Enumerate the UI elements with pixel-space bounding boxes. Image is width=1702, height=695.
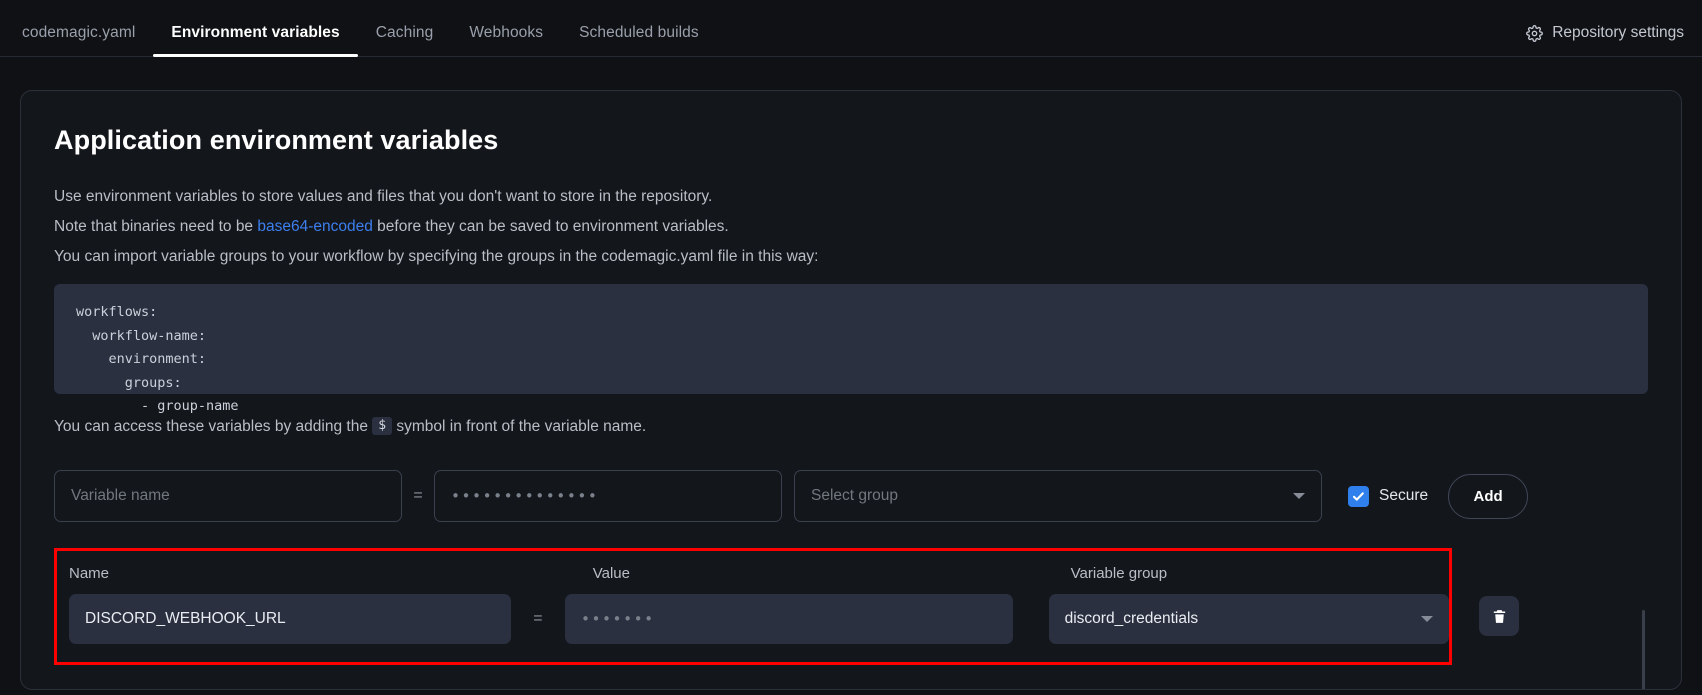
access-instruction-suffix: symbol in front of the variable name. (392, 418, 647, 435)
secure-label: Secure (1379, 487, 1429, 504)
description-line-3: You can import variable groups to your w… (54, 248, 819, 265)
repository-settings-link[interactable]: Repository settings (1526, 24, 1684, 56)
tab-caching[interactable]: Caching (358, 24, 452, 56)
description-line-2-suffix: before they can be saved to environment … (372, 218, 729, 235)
description-line-2-prefix: Note that binaries need to be (54, 218, 258, 235)
repository-settings-label: Repository settings (1552, 24, 1684, 41)
variable-name-placeholder: Variable name (71, 487, 170, 504)
table-header-value: Value (592, 565, 630, 582)
variable-value-masked: •••••••••••••• (451, 487, 599, 505)
variables-table-area: Name Value Variable group DISCORD_WEBHOO… (54, 548, 1648, 689)
variables-table-highlighted: Name Value Variable group DISCORD_WEBHOO… (54, 548, 1452, 665)
tab-webhooks[interactable]: Webhooks (451, 24, 561, 56)
tab-environment-variables[interactable]: Environment variables (153, 24, 359, 57)
environment-variables-card: Application environment variables Use en… (20, 90, 1682, 690)
top-tab-bar: codemagic.yaml Environment variables Cac… (0, 0, 1702, 57)
table-row: DISCORD_WEBHOOK_URL = ••••••• discord_cr… (69, 594, 1450, 644)
table-header-row: Name Value Variable group (69, 565, 1449, 582)
select-group-placeholder: Select group (811, 487, 899, 504)
variable-name-input[interactable]: Variable name (54, 470, 402, 522)
base64-encoded-link[interactable]: base64-encoded (257, 218, 373, 235)
secure-checkbox-wrapper[interactable]: Secure (1348, 485, 1429, 507)
row-value-input[interactable]: ••••••• (564, 594, 1013, 644)
row-equals-symbol: = (533, 610, 543, 627)
description-line-1: Use environment variables to store value… (54, 188, 713, 205)
trash-icon (1493, 609, 1505, 623)
select-group-dropdown[interactable]: Select group (794, 470, 1322, 522)
add-variable-form: Variable name = •••••••••••••• Select gr… (54, 470, 1648, 522)
yaml-code-block: workflows: workflow-name: environment: g… (54, 284, 1648, 414)
check-icon (1352, 491, 1364, 501)
row-group-dropdown[interactable]: discord_credentials (1048, 594, 1450, 644)
tab-codemagic-yaml[interactable]: codemagic.yaml (20, 24, 153, 56)
chevron-down-icon (1293, 493, 1305, 499)
page-title: Application environment variables (54, 125, 499, 155)
secure-checkbox[interactable] (1348, 485, 1369, 507)
tab-list: codemagic.yaml Environment variables Cac… (20, 24, 717, 57)
page-scrollbar[interactable] (1642, 610, 1645, 689)
table-header-group: Variable group (1070, 565, 1168, 582)
variable-value-input[interactable]: •••••••••••••• (434, 470, 782, 522)
gear-icon (1526, 24, 1544, 42)
chevron-down-icon (1421, 616, 1434, 622)
access-instruction-line: You can access these variables by adding… (54, 412, 1648, 442)
row-name-input[interactable]: DISCORD_WEBHOOK_URL (69, 594, 511, 644)
row-value-masked: ••••••• (580, 610, 655, 628)
row-group-value: discord_credentials (1064, 610, 1199, 627)
delete-variable-button[interactable] (1479, 596, 1519, 636)
description-line-2: Note that binaries need to be base64-enc… (54, 212, 1648, 242)
access-instruction-prefix: You can access these variables by adding… (54, 418, 373, 435)
table-header-name: Name (69, 565, 110, 582)
dollar-symbol-chip: $ (372, 416, 393, 435)
form-equals-symbol: = (413, 487, 423, 504)
tab-scheduled-builds[interactable]: Scheduled builds (561, 24, 717, 56)
add-button[interactable]: Add (1448, 473, 1529, 519)
